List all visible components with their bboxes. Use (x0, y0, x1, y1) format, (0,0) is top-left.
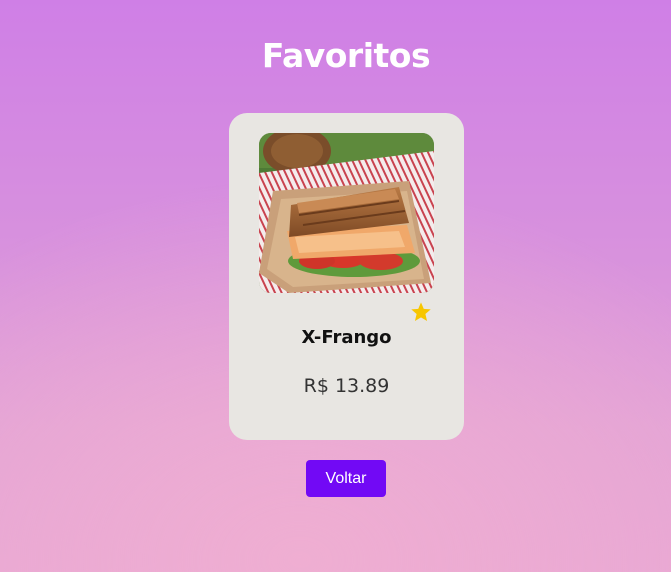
product-name: X-Frango (301, 327, 392, 348)
back-button[interactable]: Voltar (306, 460, 386, 497)
favorite-product-card: X-Frango R$ 13.89 (229, 113, 464, 440)
page-title: Favoritos (261, 36, 431, 75)
product-image (259, 133, 434, 293)
star-icon[interactable] (410, 301, 432, 323)
product-price: R$ 13.89 (303, 375, 390, 397)
